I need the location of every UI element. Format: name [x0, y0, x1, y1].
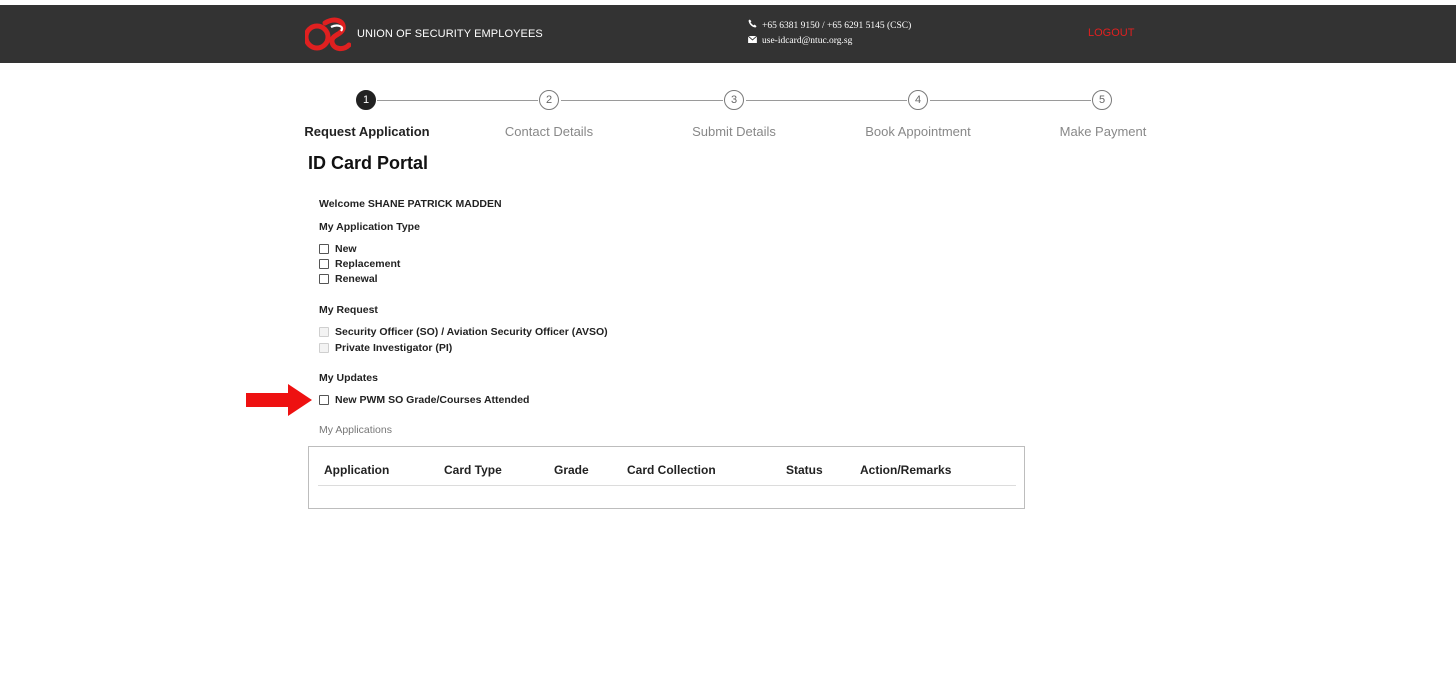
checkbox-renewal[interactable]: [319, 274, 329, 284]
checkbox-new[interactable]: [319, 244, 329, 254]
option-label: Replacement: [335, 258, 401, 270]
logout-link[interactable]: LOGOUT: [1088, 27, 1134, 39]
top-header-bar: UNION OF SECURITY EMPLOYEES +65 6381 915…: [0, 5, 1456, 63]
checkbox-so-avso[interactable]: [319, 327, 329, 337]
phone-icon: [748, 19, 759, 34]
step-3-circle[interactable]: 3: [724, 90, 744, 110]
step-1-circle[interactable]: 1: [356, 90, 376, 110]
stepper-connector: [746, 100, 907, 101]
stepper-connector: [561, 100, 723, 101]
option-label: New PWM SO Grade/Courses Attended: [335, 394, 530, 406]
table-header-divider: [318, 485, 1016, 486]
email-address[interactable]: use-idcard@ntuc.org.sg: [762, 34, 852, 49]
column-header-card-type: Card Type: [444, 463, 502, 477]
welcome-message: Welcome SHANE PATRICK MADDEN: [319, 198, 502, 210]
checkbox-replacement[interactable]: [319, 259, 329, 269]
applications-table: Application Card Type Grade Card Collect…: [308, 446, 1025, 509]
step-5-label: Make Payment: [1059, 124, 1147, 139]
column-header-card-collection: Card Collection: [627, 463, 716, 477]
option-label: Security Officer (SO) / Aviation Securit…: [335, 326, 608, 338]
updates-heading: My Updates: [319, 372, 378, 384]
column-header-status: Status: [786, 463, 823, 477]
application-type-replacement[interactable]: Replacement: [319, 257, 400, 271]
option-label: New: [335, 243, 357, 255]
option-label: Renewal: [335, 273, 378, 285]
application-type-heading: My Application Type: [319, 221, 420, 233]
stepper-connector: [930, 100, 1091, 101]
organization-name: UNION OF SECURITY EMPLOYEES: [357, 28, 543, 40]
column-header-application: Application: [324, 463, 390, 477]
step-2-circle[interactable]: 2: [539, 90, 559, 110]
use-logo-icon[interactable]: [305, 15, 351, 57]
phone-row: +65 6381 9150 / +65 6291 5145 (CSC): [748, 19, 911, 34]
column-header-grade: Grade: [554, 463, 589, 477]
application-type-new[interactable]: New: [319, 242, 357, 256]
red-arrow-icon: [246, 384, 312, 416]
checkbox-pi[interactable]: [319, 343, 329, 353]
request-pi[interactable]: Private Investigator (PI): [319, 341, 452, 355]
step-4-circle[interactable]: 4: [908, 90, 928, 110]
step-4-label: Book Appointment: [865, 124, 971, 139]
checkbox-pwm-so-grade[interactable]: [319, 395, 329, 405]
stepper-connector: [377, 100, 538, 101]
column-header-action-remarks: Action/Remarks: [860, 463, 952, 477]
my-applications-heading: My Applications: [319, 424, 392, 436]
step-5-circle[interactable]: 5: [1092, 90, 1112, 110]
envelope-icon: [747, 34, 759, 49]
option-label: Private Investigator (PI): [335, 342, 453, 354]
phone-numbers: +65 6381 9150 / +65 6291 5145 (CSC): [762, 21, 912, 31]
step-1-label: Request Application: [304, 124, 430, 139]
step-2-label: Contact Details: [504, 124, 594, 139]
request-so-avso[interactable]: Security Officer (SO) / Aviation Securit…: [319, 325, 608, 339]
update-pwm-so-grade[interactable]: New PWM SO Grade/Courses Attended: [319, 393, 529, 407]
page-title: ID Card Portal: [308, 153, 429, 173]
request-heading: My Request: [319, 304, 378, 316]
step-3-label: Submit Details: [692, 124, 776, 139]
contact-info: +65 6381 9150 / +65 6291 5145 (CSC) use-…: [747, 19, 911, 49]
email-row: use-idcard@ntuc.org.sg: [747, 34, 911, 49]
application-type-renewal[interactable]: Renewal: [319, 272, 378, 286]
